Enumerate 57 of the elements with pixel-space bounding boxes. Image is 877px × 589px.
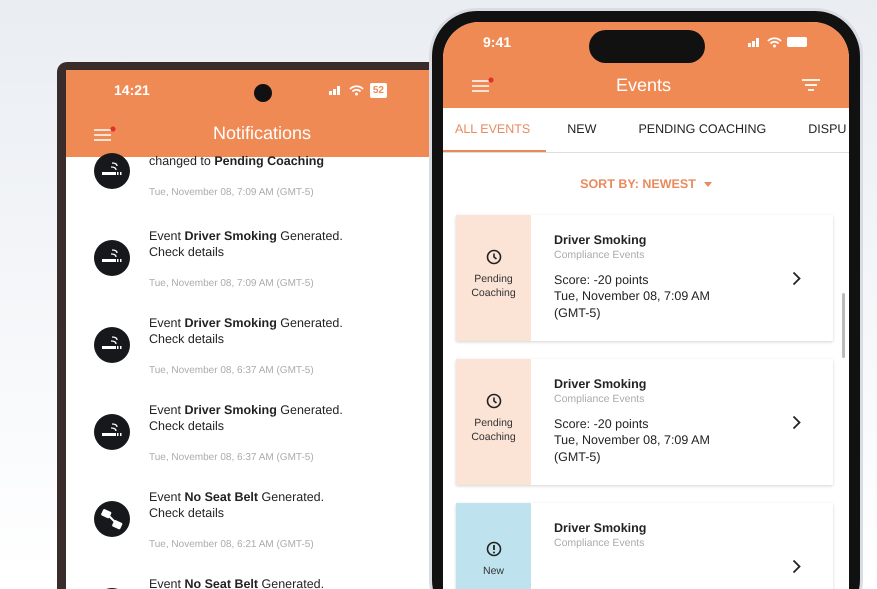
- signal-icon: [748, 37, 762, 47]
- status-label: Pending Coaching: [470, 416, 517, 444]
- filter-icon[interactable]: [801, 77, 821, 93]
- scrollbar: [842, 293, 845, 358]
- tab[interactable]: DISPU: [787, 108, 849, 152]
- notification-text[interactable]: Event Driver Smoking Generated. Check details: [149, 228, 359, 260]
- event-category: Compliance Events: [554, 248, 646, 262]
- notification-time: Tue, November 08, 6:37 AM (GMT-5): [149, 451, 315, 465]
- status-label: New: [482, 564, 505, 578]
- event-card[interactable]: New Driver Smoking Compliance Events: [456, 503, 833, 589]
- battery-level: 52: [370, 82, 387, 98]
- event-category: Compliance Events: [554, 392, 646, 406]
- event-title: Driver Smoking: [554, 520, 648, 536]
- event-score: Score: -20 points: [554, 416, 650, 432]
- wifi-icon: [767, 36, 782, 48]
- no-smoking-icon: [94, 153, 130, 189]
- notification-text[interactable]: Event No Seat Belt Generated.: [149, 576, 359, 589]
- event-card[interactable]: Pending Coaching Driver Smoking Compliance Events Score: -20 points Tue, November 08, 7:09 AM (GMT-5): [456, 359, 833, 485]
- menu-icon[interactable]: [93, 126, 117, 142]
- notification-time: Tue, November 08, 7:09 AM (GMT-5): [149, 277, 315, 291]
- event-title: Driver Smoking: [554, 376, 648, 392]
- notification-time: Tue, November 08, 6:37 AM (GMT-5): [149, 364, 315, 378]
- clock-icon: [486, 393, 502, 409]
- event-score: Score: -20 points: [554, 272, 650, 288]
- event-date: Tue, November 08, 7:09 AM (GMT-5): [554, 432, 711, 466]
- screen-title: Events: [616, 74, 672, 96]
- battery-icon: [787, 37, 809, 47]
- no-smoking-icon: [94, 240, 130, 276]
- wifi-icon: [348, 84, 364, 96]
- notification-text[interactable]: changed to Pending Coaching: [149, 153, 359, 169]
- tab[interactable]: PENDING COACHING: [617, 108, 788, 152]
- event-date: Tue, November 08, 7:09 AM (GMT-5): [554, 288, 711, 322]
- notification-text[interactable]: Event Driver Smoking Generated. Check details: [149, 315, 359, 347]
- signal-icon: [328, 85, 343, 95]
- chevron-right-icon: [792, 270, 801, 286]
- status-time: 14:21: [114, 80, 150, 100]
- notification-time: Tue, November 08, 7:09 AM (GMT-5): [149, 186, 315, 200]
- screen-title: Notifications: [213, 122, 312, 145]
- notification-text[interactable]: Event No Seat Belt Generated. Check details: [149, 489, 359, 521]
- event-card[interactable]: Pending Coaching Driver Smoking Compliance Events Score: -20 points Tue, November 08, 7:09 AM (GMT-5): [456, 215, 833, 341]
- status-label: Pending Coaching: [470, 272, 517, 300]
- seat-belt-icon: [94, 501, 130, 537]
- chevron-right-icon: [792, 558, 801, 574]
- notification-time: Tue, November 08, 6:21 AM (GMT-5): [149, 538, 315, 552]
- alert-icon: [486, 541, 502, 557]
- camera-hole: [254, 84, 272, 102]
- no-smoking-icon: [94, 414, 130, 450]
- event-category: Compliance Events: [554, 536, 646, 550]
- event-title: Driver Smoking: [554, 232, 648, 248]
- notification-text[interactable]: Event Driver Smoking Generated. Check details: [149, 402, 359, 434]
- clock-icon: [486, 249, 502, 265]
- menu-icon[interactable]: [471, 77, 495, 93]
- status-time: 9:41: [483, 32, 512, 52]
- caret-icon: [704, 182, 712, 186]
- no-smoking-icon: [94, 327, 130, 363]
- chevron-right-icon: [792, 414, 801, 430]
- tab[interactable]: NEW: [546, 108, 618, 152]
